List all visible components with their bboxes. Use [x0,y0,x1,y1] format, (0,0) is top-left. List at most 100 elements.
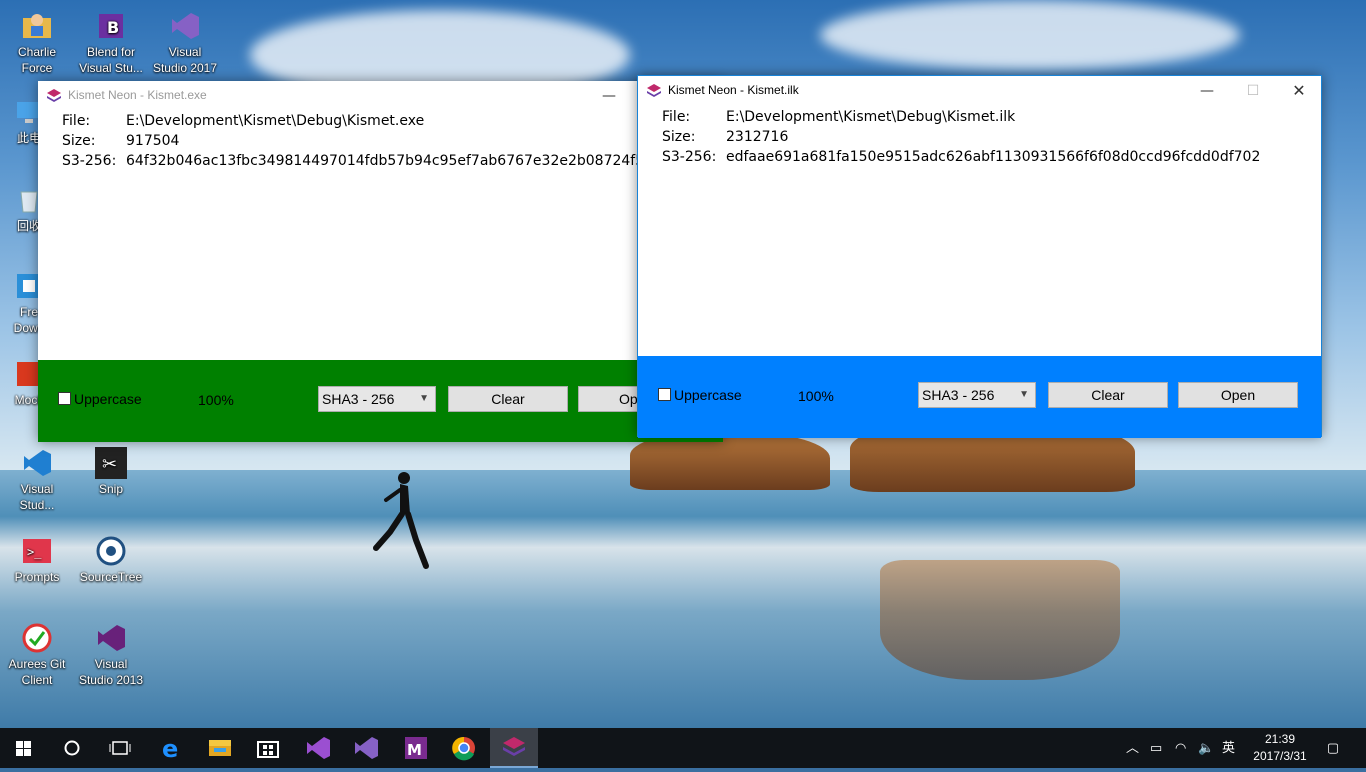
desktop-icon-snip[interactable]: ✂ Snip [74,447,148,497]
file-info: File: E:\Development\Kismet\Debug\Kismet.… [62,111,671,171]
sourcetree-icon [95,535,127,567]
file-label: File: [62,113,91,129]
wallpaper-cloud [820,0,1240,70]
file-row: File: E:\Development\Kismet\Debug\Kismet.… [62,111,671,131]
visual-studio-icon [169,10,201,42]
minimize-icon[interactable]: — [1184,76,1230,106]
taskbar-visual-studio[interactable] [294,728,342,768]
task-view-icon [109,741,131,755]
clear-button[interactable]: Clear [448,386,568,412]
hash-value[interactable]: 64f32b046ac13fbc349814497014fdb57b94c95e… [126,153,671,169]
uppercase-checkbox[interactable]: Uppercase [658,387,742,403]
desktop-icon-charlie-force[interactable]: Charlie Force [0,10,74,76]
chevron-down-icon: ▼ [419,393,429,404]
desktop-icon-visual-studio-2013[interactable]: Visual Studio 2013 [74,622,148,688]
windows-logo-icon [16,741,31,756]
visual-studio-icon [355,737,378,759]
window-title: Kismet Neon - Kismet.ilk [668,83,799,97]
taskbar-file-explorer[interactable] [196,728,244,768]
desktop-icon-prompts[interactable]: >_ Prompts [0,535,74,585]
ime-indicator[interactable]: 英 [1222,728,1235,768]
file-row: File: E:\Development\Kismet\Debug\Kismet.… [662,107,1260,127]
clock-time: 21:39 [1264,732,1296,746]
battery-icon[interactable]: ▭ [1150,728,1162,768]
desktop-icon-blend[interactable]: B Blend for Visual Stu... [74,10,148,76]
taskbar-macromedia[interactable]: M [392,728,440,768]
taskbar-edge[interactable]: e [148,728,196,768]
clock[interactable]: 21:39 2017/3/31 [1240,731,1320,765]
hash-label: S3-256: [62,153,117,169]
file-label: File: [662,109,691,125]
kismet-app-icon [503,737,525,756]
visual-studio-icon [307,737,330,759]
show-hidden-icons-chevron-icon[interactable]: ︿ [1126,728,1139,768]
close-icon[interactable]: ✕ [1276,76,1322,106]
chevron-down-icon: ▼ [1019,389,1029,400]
notification-center-icon[interactable]: ▢ [1322,728,1344,768]
taskbar-chrome[interactable] [440,728,488,768]
desktop-icon-label: SourceTree [79,570,143,584]
git-client-icon [21,622,53,654]
window-title: Kismet Neon - Kismet.exe [68,88,207,102]
cortana-circle-icon [64,740,80,756]
algorithm-value: SHA3 - 256 [922,387,995,403]
file-size: 917504 [126,133,180,149]
hash-row: S3-256: edfaae691a681fa150e9515adc626abf1… [662,147,1260,167]
store-bag-icon [257,741,279,758]
clear-button[interactable]: Clear [1048,382,1168,408]
title-bar[interactable]: Kismet Neon - Kismet.exe — [38,81,723,111]
user-folder-icon [21,10,53,42]
svg-text:B: B [107,18,119,37]
svg-text:e: e [162,735,178,763]
wifi-icon[interactable]: ◠ [1175,728,1186,768]
file-size: 2312716 [726,129,789,145]
taskbar-store[interactable] [244,728,292,768]
desktop-icon-label: Visual Stud... [19,482,55,512]
desktop-icon-label: Visual Studio 2017 [152,45,218,75]
control-panel: Uppercase 100% SHA3 - 256 ▼ Clear Open [38,360,723,442]
desktop-icon-sourcetree[interactable]: SourceTree [74,535,148,585]
kismet-app-icon [47,89,61,102]
algorithm-select[interactable]: SHA3 - 256 ▼ [918,382,1036,408]
desktop-icon-visual-studio-2017[interactable]: Visual Studio 2017 [148,10,222,76]
start-button[interactable] [0,728,48,768]
volume-icon[interactable]: 🔈 [1198,728,1214,768]
minimize-icon[interactable]: — [586,81,632,111]
uppercase-label: Uppercase [674,387,742,403]
desktop-icon-visual-studio[interactable]: Visual Stud... [0,447,74,513]
task-view-button[interactable] [96,728,144,768]
edge-icon: e [162,735,178,763]
hash-label: S3-256: [662,149,717,165]
checkbox-box[interactable] [658,388,671,401]
kismet-window-exe[interactable]: Kismet Neon - Kismet.exe — File: E:\Devel… [38,81,723,442]
cortana-button[interactable] [48,728,96,768]
algorithm-value: SHA3 - 256 [322,391,395,407]
size-row: Size: 2312716 [662,127,1260,147]
open-button[interactable]: Open [1178,382,1298,408]
desktop-icon-label: Prompts [14,570,60,584]
svg-text:M: M [407,741,422,759]
desktop-icon-aurees-git[interactable]: Aurees Git Client [0,622,74,688]
visual-studio-icon [21,447,53,479]
uppercase-label: Uppercase [74,391,142,407]
algorithm-select[interactable]: SHA3 - 256 ▼ [318,386,436,412]
hash-value[interactable]: edfaae691a681fa150e9515adc626abf11309315… [726,149,1260,165]
wallpaper-rock-reflection [880,560,1120,680]
maximize-icon[interactable]: ☐ [1230,76,1276,106]
desktop-icon-label: Blend for Visual Stu... [79,45,143,75]
checkbox-box[interactable] [58,392,71,405]
taskbar-kismet-neon[interactable] [490,728,538,768]
progress-text: 100% [798,388,834,404]
desktop-icon-label: Visual Studio 2013 [78,657,144,687]
desktop-icon-label: Charlie Force [17,45,56,75]
folder-icon [209,740,231,756]
kismet-window-ilk[interactable]: Kismet Neon - Kismet.ilk — ☐ ✕ File: E:\D… [637,75,1322,438]
hash-row: S3-256: 64f32b046ac13fbc349814497014fdb57… [62,151,671,171]
taskbar-visual-studio-2017[interactable] [342,728,390,768]
size-row: Size: 917504 [62,131,671,151]
uppercase-checkbox[interactable]: Uppercase [58,391,142,407]
visual-studio-icon [95,622,127,654]
title-bar[interactable]: Kismet Neon - Kismet.ilk — ☐ ✕ [638,76,1321,106]
terminal-icon: >_ [21,535,53,567]
file-path: E:\Development\Kismet\Debug\Kismet.exe [126,113,425,129]
